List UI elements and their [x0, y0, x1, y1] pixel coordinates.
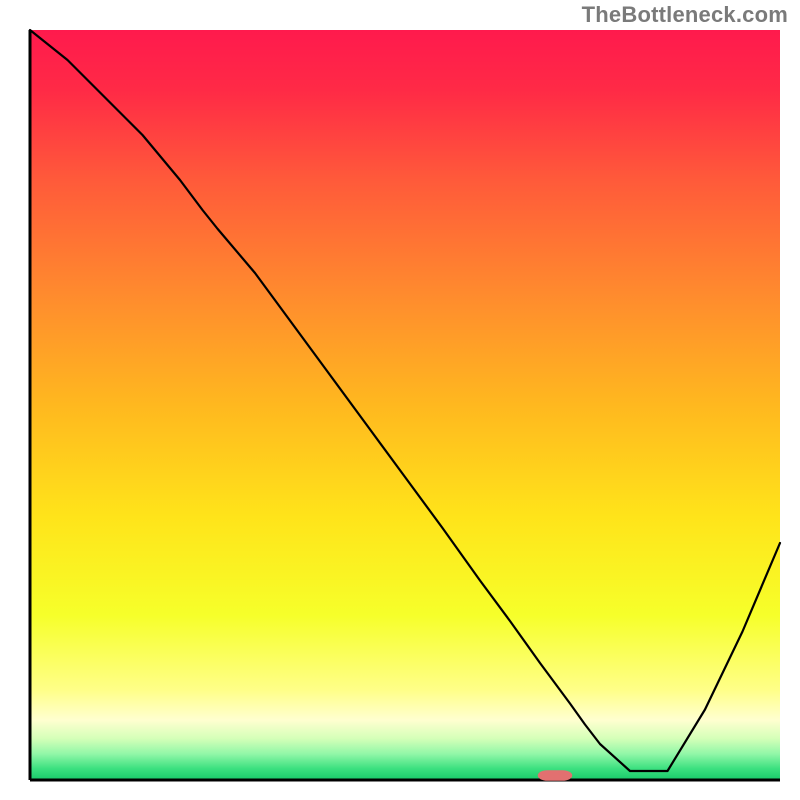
watermark-text: TheBottleneck.com — [582, 2, 788, 28]
optimal-marker — [538, 770, 573, 781]
plot-background — [30, 30, 780, 780]
bottleneck-chart — [0, 0, 800, 800]
